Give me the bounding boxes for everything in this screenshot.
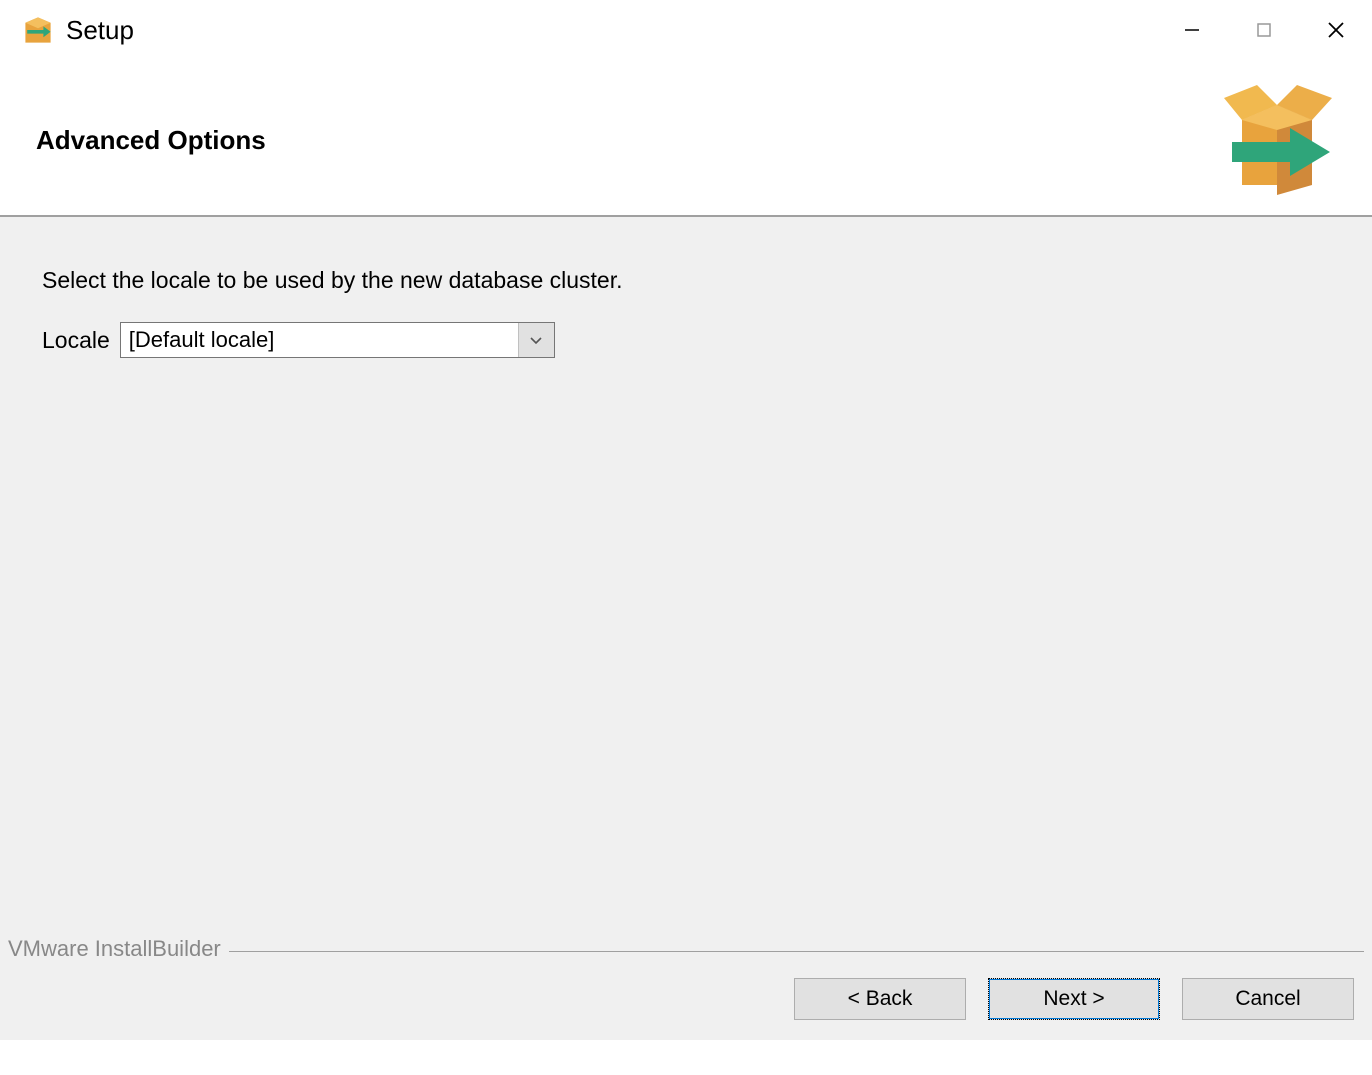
button-bar: < Back Next > Cancel: [0, 962, 1372, 1040]
branding-row: VMware InstallBuilder: [8, 936, 1364, 962]
next-button[interactable]: Next >: [988, 978, 1160, 1020]
package-icon: [1212, 80, 1342, 200]
wizard-header: Advanced Options: [0, 60, 1372, 217]
back-button[interactable]: < Back: [794, 978, 966, 1020]
maximize-button[interactable]: [1228, 0, 1300, 60]
instruction-text: Select the locale to be used by the new …: [42, 267, 1330, 294]
locale-label: Locale: [42, 327, 110, 354]
window-controls: [1156, 0, 1372, 60]
window-title: Setup: [66, 15, 1156, 46]
chevron-down-icon[interactable]: [518, 323, 554, 357]
locale-row: Locale [Default locale]: [42, 322, 1330, 358]
wizard-body: Select the locale to be used by the new …: [0, 217, 1372, 962]
app-icon: [20, 12, 56, 48]
page-title: Advanced Options: [36, 125, 266, 156]
cancel-button[interactable]: Cancel: [1182, 978, 1354, 1020]
close-button[interactable]: [1300, 0, 1372, 60]
divider: [229, 951, 1364, 952]
titlebar: Setup: [0, 0, 1372, 60]
branding-text: VMware InstallBuilder: [8, 936, 229, 962]
minimize-button[interactable]: [1156, 0, 1228, 60]
locale-selected-value: [Default locale]: [121, 323, 518, 357]
locale-select[interactable]: [Default locale]: [120, 322, 555, 358]
